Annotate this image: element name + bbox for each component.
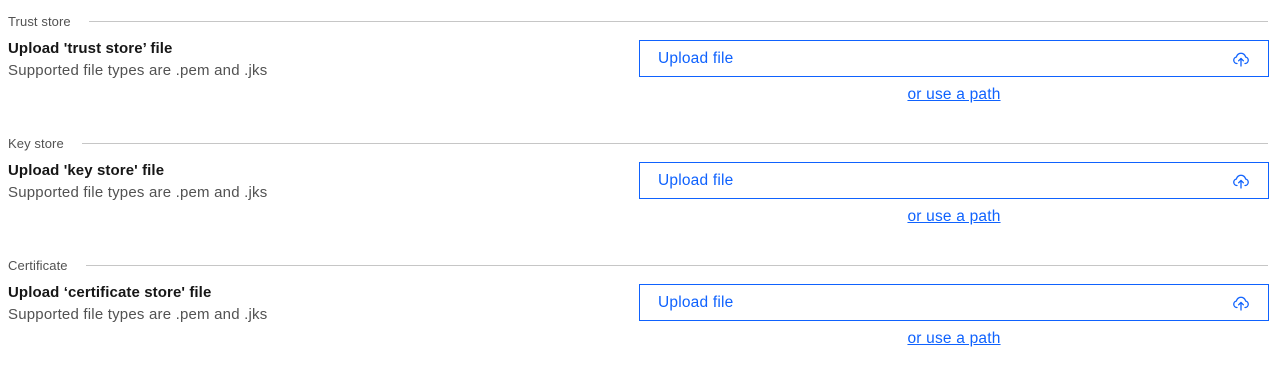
upload-button-label: Upload file: [658, 171, 734, 189]
upload-helper-text: Supported file types are .pem and .jks: [8, 62, 268, 79]
trust-store-upload-button[interactable]: Upload file: [639, 40, 1269, 77]
upload-heading: Upload 'key store' file: [8, 162, 165, 179]
path-link-container: or use a path: [639, 330, 1269, 348]
cloud-upload-icon: [1232, 294, 1250, 312]
use-path-link[interactable]: or use a path: [907, 86, 1000, 103]
section-divider: [88, 20, 1268, 22]
section-divider: [81, 142, 1268, 144]
use-path-link[interactable]: or use a path: [907, 330, 1000, 347]
path-link-container: or use a path: [639, 86, 1269, 104]
upload-button-label: Upload file: [658, 49, 734, 67]
upload-button-label: Upload file: [658, 293, 734, 311]
path-link-container: or use a path: [639, 208, 1269, 226]
section-title: Key store: [8, 135, 64, 151]
trust-store-section: Trust store Upload 'trust store’ file Su…: [0, 0, 1280, 122]
upload-helper-text: Supported file types are .pem and .jks: [8, 184, 268, 201]
upload-heading: Upload 'trust store’ file: [8, 40, 173, 57]
certificate-upload-button[interactable]: Upload file: [639, 284, 1269, 321]
section-header: Certificate: [8, 256, 1268, 274]
upload-helper-text: Supported file types are .pem and .jks: [8, 306, 268, 323]
section-title: Certificate: [8, 257, 68, 273]
key-store-section: Key store Upload 'key store' file Suppor…: [0, 122, 1280, 244]
upload-heading: Upload ‘certificate store' file: [8, 284, 212, 301]
use-path-link[interactable]: or use a path: [907, 208, 1000, 225]
section-header: Trust store: [8, 12, 1268, 30]
cloud-upload-icon: [1232, 50, 1250, 68]
section-header: Key store: [8, 134, 1268, 152]
section-divider: [85, 264, 1268, 266]
certificate-section: Certificate Upload ‘certificate store' f…: [0, 244, 1280, 366]
key-store-upload-button[interactable]: Upload file: [639, 162, 1269, 199]
cloud-upload-icon: [1232, 172, 1250, 190]
section-title: Trust store: [8, 13, 71, 29]
